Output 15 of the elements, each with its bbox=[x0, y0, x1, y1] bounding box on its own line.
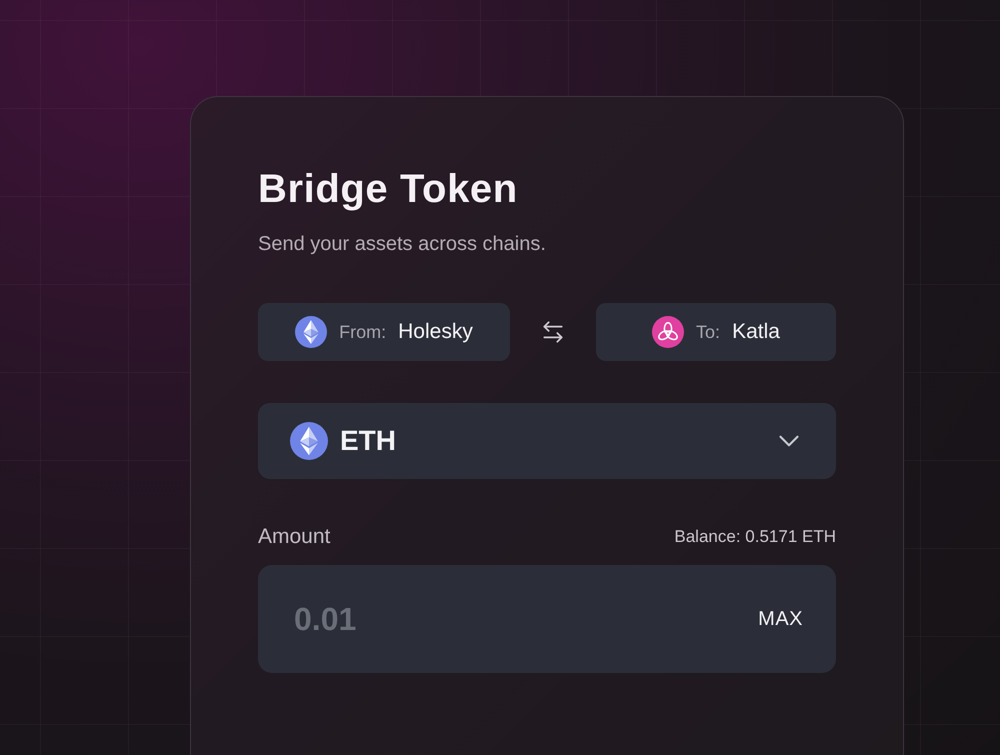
chain-name: Katla bbox=[732, 319, 780, 346]
chain-label: To: bbox=[696, 321, 720, 344]
amount-field[interactable]: 0.01 MAX bbox=[258, 565, 836, 673]
trefoil-knot-icon bbox=[652, 316, 684, 348]
amount-label: Amount bbox=[258, 524, 330, 550]
balance-text: Balance: 0.5171 ETH bbox=[674, 526, 836, 548]
card-subtitle: Send your assets across chains. bbox=[258, 232, 546, 257]
chain-select-button[interactable]: To: Katla bbox=[596, 303, 836, 361]
max-button[interactable]: MAX bbox=[758, 604, 803, 634]
token-select[interactable]: ETH bbox=[258, 403, 836, 479]
token-symbol: ETH bbox=[340, 424, 396, 458]
chain-select-button[interactable]: From: Holesky bbox=[258, 303, 510, 361]
card-title: Bridge Token bbox=[258, 166, 518, 212]
chain-label: From: bbox=[339, 321, 386, 344]
chain-name: Holesky bbox=[398, 319, 473, 346]
